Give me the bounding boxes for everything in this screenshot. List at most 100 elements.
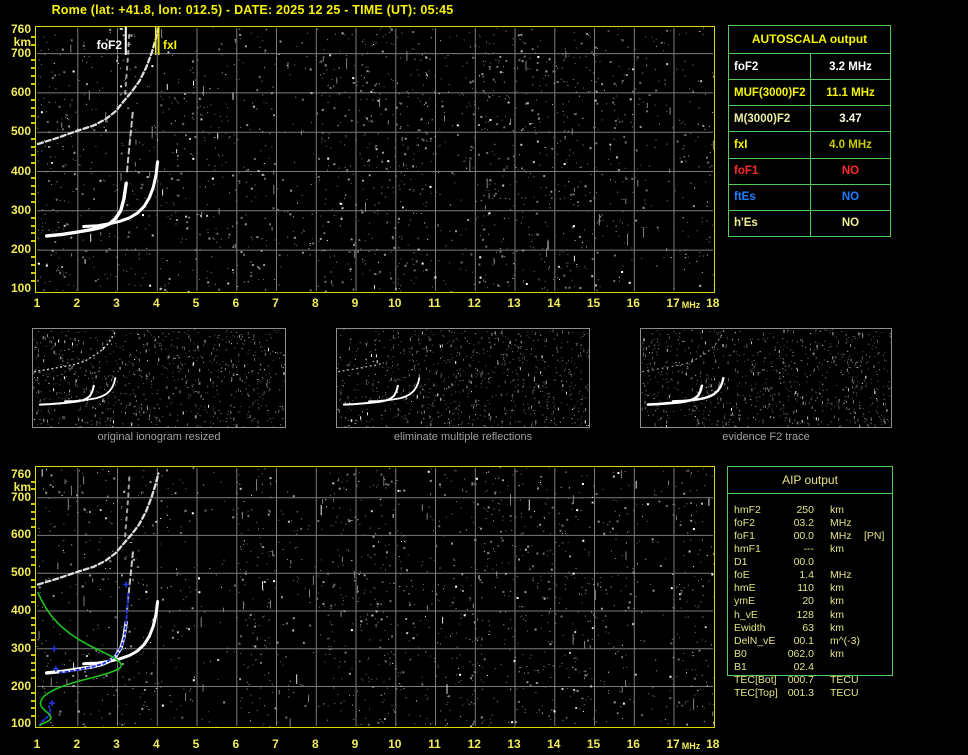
y-axis-label-100-bottom: 100 (10, 716, 31, 731)
aip-value: 1.4 (799, 569, 814, 582)
x-axis-label-10-bottom: 10 (388, 737, 402, 751)
autoscala-row-fxI: fxI 4.0 MHz (729, 131, 890, 158)
x-axis-label-11-bottom: 11 (428, 737, 441, 751)
aip-value: 00.0 (793, 556, 814, 569)
aip-param: hmF1 (734, 543, 761, 556)
x-axis-label-13-top: 13 (507, 296, 521, 310)
aip-output-table: AIP output hmF2 250 km foF2 03.2 MHz foF1 00.0 M… (727, 466, 893, 699)
y-axis-label-700-top: 700 (10, 45, 31, 60)
autoscala-row-foF1: foF1 NO (729, 157, 890, 184)
y-axis-minor-tick-top (31, 271, 35, 274)
thumbnail-canvas-0 (33, 329, 286, 430)
y-axis-minor-tick-top (31, 106, 35, 109)
y-axis-label-400-top: 400 (10, 163, 31, 178)
y-axis-minor-tick-bottom (31, 510, 35, 513)
x-axis-label-3-top: 3 (113, 296, 120, 310)
ionogram-plot-bottom (35, 466, 715, 728)
y-axis-minor-tick-bottom (31, 601, 35, 604)
aip-unit: TECU (830, 686, 859, 699)
aip-unit: km (830, 608, 844, 621)
aip-unit: km (830, 543, 844, 556)
blue-cross-marker (123, 581, 130, 588)
x-axis-unit-top: MHz (681, 300, 701, 310)
y-axis-label-600-bottom: 600 (10, 527, 31, 542)
thumbnail-caption-2: evidence F2 trace (722, 431, 810, 443)
y-axis-minor-tick-bottom (31, 541, 35, 543)
aip-param: ymE (734, 595, 755, 608)
aip-value: 03.2 (793, 517, 814, 530)
x-axis-label-6-bottom: 6 (232, 737, 240, 751)
aip-table-title: AIP output (728, 467, 892, 494)
y-axis-label-300-bottom: 300 (10, 640, 31, 655)
fof2-marker-label: foF2 (97, 38, 123, 52)
y-axis-minor-tick-top (31, 193, 35, 196)
y-axis-minor-tick-top (31, 153, 35, 156)
x-axis-label-1-bottom: 1 (33, 737, 41, 751)
y-axis-minor-tick-top (31, 161, 35, 164)
aip-param: hmE (734, 582, 756, 595)
aip-row-TEC[Top]: TEC[Top] 001.3 TECU (728, 687, 892, 700)
y-axis-minor-tick-top (31, 177, 35, 180)
y-axis-minor-tick-top (31, 98, 35, 101)
y-axis-minor-tick-top (31, 224, 35, 227)
ionogram-canvas-bottom (36, 467, 714, 727)
x-axis-label-15-bottom: 15 (586, 737, 601, 751)
aip-unit (830, 661, 860, 674)
y-axis-minor-tick-bottom (31, 639, 35, 642)
aip-row-ymE: ymE 20 km (728, 595, 892, 608)
thumbnail-canvas-2 (641, 329, 894, 428)
x-axis-label-10-top: 10 (388, 296, 402, 310)
aip-param: B0 (734, 647, 747, 660)
y-axis-minor-tick-top (31, 67, 35, 70)
ionogram-canvas-top: foF2 fxI (36, 27, 714, 292)
x-axis-label-9-top: 9 (351, 296, 359, 310)
y-axis-minor-tick-top (31, 83, 35, 85)
y-axis-minor-tick-top (31, 279, 35, 282)
y-axis-minor-tick-top (31, 43, 35, 46)
y-axis-label-500-bottom: 500 (10, 565, 31, 580)
y-axis-minor-tick-top (31, 240, 35, 243)
y-axis-minor-tick-bottom (31, 707, 35, 710)
aip-value: 00.1 (793, 634, 814, 647)
y-axis-minor-tick-bottom (31, 631, 35, 634)
aip-row-DelN_vE: DelN_vE 00.1 m^(-3) (728, 635, 892, 648)
autoscala-window: Rome (lat: +41.8, lon: 012.5) - DATE: 20… (0, 0, 968, 755)
autoscala-param: ftEs (729, 184, 811, 210)
x-axis-label-14-top: 14 (547, 296, 561, 310)
y-axis-label-300-top: 300 (10, 202, 31, 217)
x-axis-label-3-bottom: 3 (113, 737, 120, 751)
aip-row-D1: D1 00.0 (728, 556, 892, 569)
window-title: Rome (lat: +41.8, lon: 012.5) - DATE: 20… (51, 3, 454, 17)
y-axis-label-760-top: 760 (10, 22, 31, 36)
aip-unit: km (830, 582, 844, 595)
ionogram-plot-top: foF2 fxI (35, 26, 715, 293)
aip-value: 001.3 (787, 686, 814, 699)
aip-value: 63 (802, 621, 814, 634)
y-axis-minor-tick-bottom (31, 578, 35, 581)
x-axis-label-8-bottom: 8 (311, 737, 319, 751)
aip-param: B1 (734, 660, 747, 673)
y-axis-minor-tick-bottom (31, 518, 35, 521)
x-axis-label-6-top: 6 (232, 296, 240, 310)
x-axis-label-4-bottom: 4 (152, 737, 160, 751)
aip-row-hmF2: hmF2 250 km (728, 504, 892, 517)
autoscala-param: foF2 (729, 54, 811, 80)
y-axis-minor-tick-top (31, 145, 35, 148)
autoscala-row-foF2: foF2 3.2 MHz (729, 54, 890, 80)
aip-unit: km (830, 647, 844, 660)
aip-unit: MHz (830, 530, 852, 543)
aip-value: 110 (797, 582, 814, 595)
y-axis-minor-tick-bottom (31, 699, 35, 702)
aip-param: TEC[Top] (734, 686, 778, 699)
autoscala-param: MUF(3000)F2 (729, 80, 811, 106)
autoscala-value: NO (841, 217, 860, 230)
y-axis-minor-tick-top (31, 35, 35, 38)
y-axis-minor-tick-bottom (31, 593, 35, 596)
y-axis-minor-tick-bottom (31, 669, 35, 672)
y-axis-label-400-bottom: 400 (10, 603, 31, 617)
aip-param: h_vE (734, 608, 758, 621)
x-axis-label-1-top: 1 (33, 296, 41, 310)
y-axis-minor-tick-bottom (31, 624, 35, 627)
aip-value: 20 (802, 595, 814, 608)
aip-table-rows: hmF2 250 km foF2 03.2 MHz foF1 00.0 MHz [PN] hmF1 -… (728, 504, 892, 700)
